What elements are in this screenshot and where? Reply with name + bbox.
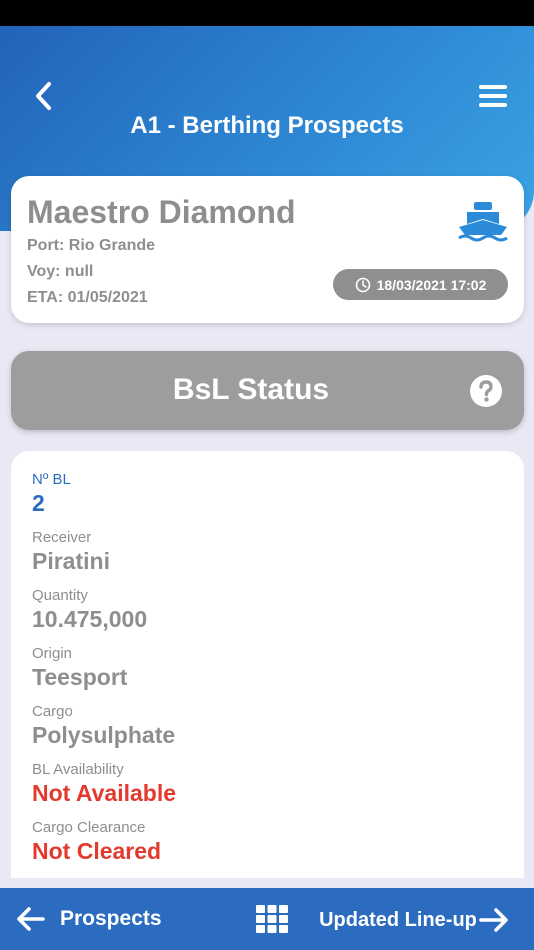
field-label-cargo: Cargo <box>32 703 73 720</box>
field-value-bl-availability: Not Available <box>32 780 176 806</box>
menu-button[interactable] <box>474 78 512 114</box>
status-bar <box>0 0 534 26</box>
updated-lineup-nav-button[interactable]: Updated Line-up <box>318 895 523 945</box>
field-label-bl-number: Nº BL <box>32 471 71 488</box>
page-title: A1 - Berthing Prospects <box>130 112 404 139</box>
arrow-right-icon <box>479 908 508 932</box>
grid-icon[interactable] <box>255 904 289 934</box>
back-button[interactable] <box>26 78 60 114</box>
ship-icon <box>458 202 508 242</box>
field-value-cargo-clearance: Not Cleared <box>32 838 162 864</box>
field-label-receiver: Receiver <box>32 529 92 546</box>
prospects-nav-button[interactable]: Prospects <box>16 902 162 936</box>
field-value-bl-number: 2 <box>32 490 45 516</box>
bl-detail-card: Nº BL 2 Receiver Piratini Quantity 10.47… <box>11 451 524 878</box>
updated-lineup-nav-label: Updated Line-up <box>319 909 477 931</box>
bottom-nav-bar: Prospects Updated Line-up <box>0 888 534 950</box>
vessel-card[interactable]: Maestro Diamond Port: Rio Grande Voy: nu… <box>11 176 524 323</box>
field-label-bl-availability: BL Availability <box>32 761 124 778</box>
status-title: BsL Status <box>172 373 330 406</box>
prospects-nav-label: Prospects <box>60 907 162 930</box>
vessel-port: Port: Rio Grande <box>27 237 156 254</box>
timestamp-badge: 18/03/2021 17:02 <box>333 269 508 300</box>
vessel-eta: ETA: 01/05/2021 <box>27 289 148 306</box>
vessel-voyage: Voy: null <box>27 263 94 280</box>
field-label-quantity: Quantity <box>32 587 88 604</box>
field-value-origin: Teesport <box>32 664 128 690</box>
field-value-cargo: Polysulphate <box>32 722 176 748</box>
field-label-origin: Origin <box>32 645 73 662</box>
clock-icon <box>355 277 370 292</box>
hamburger-icon <box>479 85 507 107</box>
field-label-cargo-clearance: Cargo Clearance <box>32 819 146 836</box>
field-value-receiver: Piratini <box>32 548 110 574</box>
field-value-quantity: 10.475,000 <box>32 606 148 632</box>
arrow-left-icon <box>17 907 45 931</box>
chevron-left-icon <box>36 82 51 110</box>
timestamp-text: 18/03/2021 17:02 <box>376 276 487 293</box>
question-circle-icon[interactable] <box>469 374 503 408</box>
vessel-name: Maestro Diamond <box>27 194 296 230</box>
status-panel: BsL Status <box>11 351 524 430</box>
